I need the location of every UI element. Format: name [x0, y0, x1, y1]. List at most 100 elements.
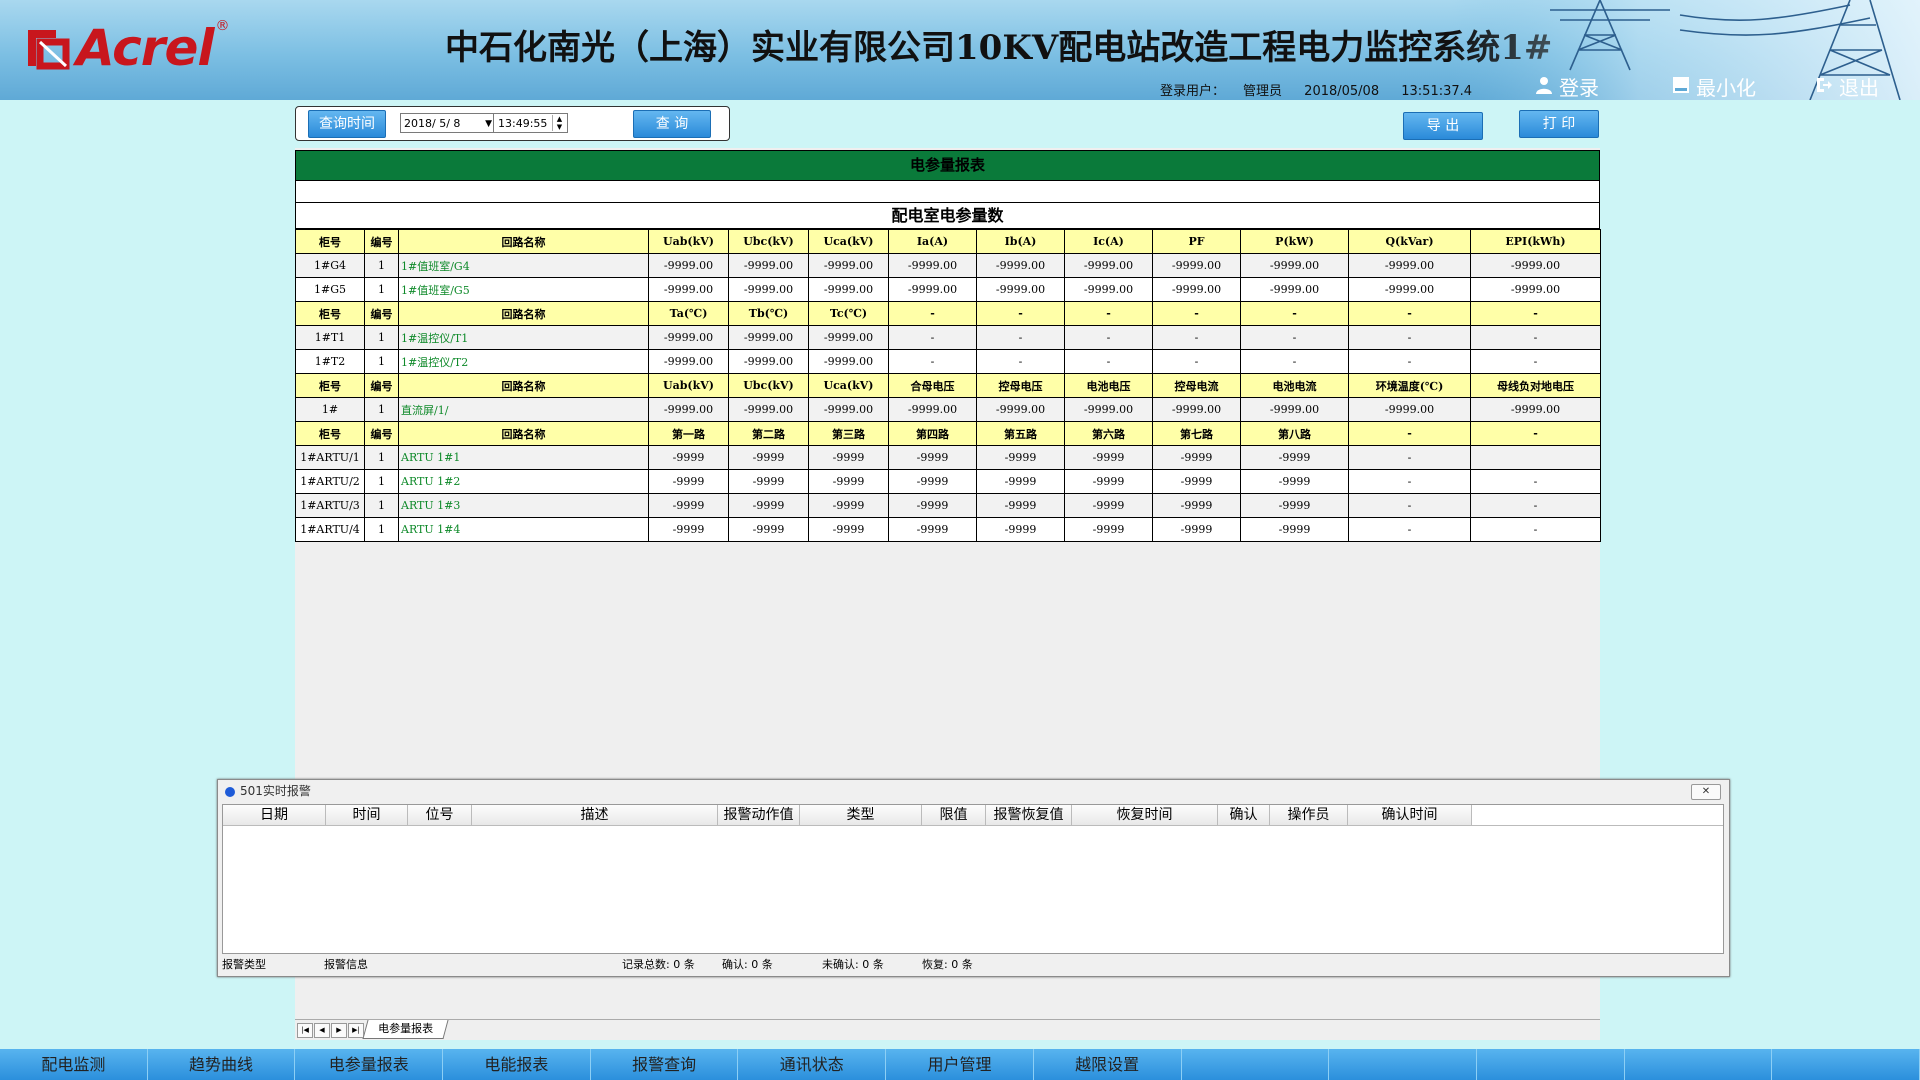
table-cell: -9999 [648, 517, 729, 542]
column-header: Ubc(kV) [728, 229, 809, 254]
table-cell: - [1348, 469, 1471, 494]
table-cell: -9999 [888, 469, 977, 494]
spin-down-icon[interactable]: ▼ [553, 123, 566, 131]
alarm-column-header[interactable]: 报警动作值 [718, 805, 800, 825]
table-cell: -9999 [1240, 469, 1349, 494]
table-cell: -9999 [976, 517, 1065, 542]
nav-item[interactable]: 电能报表 [443, 1049, 591, 1080]
table-row[interactable]: 1#T2 1 1#温控仪/T2 -9999.00 -9999.00 -9999.00- - -… [295, 349, 1601, 374]
table-cell: -9999 [976, 445, 1065, 470]
minimize-button[interactable]: 最小化 [1672, 72, 1756, 100]
print-button[interactable]: 打 印 [1519, 110, 1599, 138]
table-cell: -9999.00 [976, 397, 1065, 422]
nav-item[interactable]: 通讯状态 [738, 1049, 887, 1080]
nav-item[interactable] [1477, 1049, 1625, 1080]
table-row[interactable]: 1#ARTU/3 1 ARTU 1#3 -9999 -9999 -9999 -9999 -99… [295, 493, 1601, 518]
nav-item[interactable] [1182, 1049, 1330, 1080]
table-cell: -9999 [888, 517, 977, 542]
table-cell: 1 [364, 517, 399, 542]
table-cell: -9999.00 [888, 397, 977, 422]
table-cell: -9999 [808, 493, 889, 518]
table-row[interactable]: 1#ARTU/2 1 ARTU 1#2 -9999 -9999 -9999 -9999 -99… [295, 469, 1601, 494]
table-cell: 1 [364, 469, 399, 494]
realtime-alarm-window: 501实时报警 ✕ 日期 时间 位号 描述 报警动作值 类型 限值 报警恢复值 恢复时间 确认 操作… [217, 779, 1730, 977]
alarm-column-header[interactable]: 操作员 [1270, 805, 1348, 825]
table-cell: -9999.00 [728, 397, 809, 422]
sheet-tab-label: 电参量报表 [378, 1022, 434, 1035]
nav-item[interactable]: 越限设置 [1034, 1049, 1182, 1080]
table-row[interactable]: 1#G4 1 1#值班室/G4 -9999.00 -9999.00 -9999.00 -99… [295, 253, 1601, 278]
alarm-column-header[interactable]: 恢复时间 [1072, 805, 1218, 825]
nav-item[interactable]: 电参量报表 [295, 1049, 444, 1080]
minimize-icon [1672, 75, 1690, 99]
column-header: Uca(kV) [808, 229, 889, 254]
query-time-button[interactable]: 查询时间 [308, 110, 386, 138]
column-header: 第五路 [976, 421, 1065, 446]
nav-item[interactable]: 配电监测 [0, 1049, 148, 1080]
table-cell: -9999 [1064, 493, 1153, 518]
alarm-column-header[interactable]: 描述 [472, 805, 718, 825]
time-picker[interactable]: 13:49:55 ▲ ▼ [493, 113, 568, 133]
time-spinner[interactable]: ▲ ▼ [552, 115, 566, 131]
alarm-column-header[interactable]: 日期 [223, 805, 326, 825]
logo-mark-icon [26, 26, 70, 70]
table-row[interactable]: 1#ARTU/1 1 ARTU 1#1 -9999 -9999 -9999 -9999 -99… [295, 445, 1601, 470]
table-cell: -9999.00 [1470, 397, 1601, 422]
table-cell: - [888, 325, 977, 350]
chevron-down-icon[interactable]: ▼ [485, 114, 492, 134]
cabinet-cell: 1#ARTU/3 [295, 493, 365, 518]
report-subtitle: 配电室电参量数 [295, 203, 1600, 229]
table-cell: - [1152, 349, 1241, 374]
alarm-column-header[interactable]: 确认 [1218, 805, 1270, 825]
table-cell: -9999.00 [1152, 397, 1241, 422]
alarm-column-header[interactable]: 位号 [408, 805, 472, 825]
last-sheet-icon[interactable]: ▶| [348, 1023, 364, 1038]
table-cell: -9999.00 [1240, 277, 1349, 302]
table-row[interactable]: 1#T1 1 1#温控仪/T1 -9999.00 -9999.00 -9999.00- - -… [295, 325, 1601, 350]
table-row[interactable]: 1# 1 直流屏/1/-9999.00 -9999.00 -9999.00 -9999.0… [295, 397, 1601, 422]
close-button[interactable]: ✕ [1691, 784, 1721, 800]
table-row[interactable]: 1#G5 1 1#值班室/G5 -9999.00 -9999.00 -9999.00 -99… [295, 277, 1601, 302]
column-header: 母线负对地电压 [1470, 373, 1601, 398]
logout-button[interactable]: 退出 [1815, 72, 1879, 100]
login-button[interactable]: 登录 [1535, 72, 1599, 100]
table-cell: -9999 [976, 493, 1065, 518]
alarm-column-header[interactable]: 报警恢复值 [986, 805, 1072, 825]
export-button[interactable]: 导 出 [1403, 112, 1483, 140]
table-row[interactable]: 1#ARTU/4 1 ARTU 1#4 -9999 -9999 -9999 -9999 -99… [295, 517, 1601, 542]
table-cell: -9999.00 [1348, 253, 1471, 278]
date-picker[interactable]: 2018/ 5/ 8 ▼ [400, 113, 495, 133]
sheet-tab-report[interactable]: 电参量报表 [362, 1020, 449, 1039]
table-cell: -9999 [808, 445, 889, 470]
alarm-column-header[interactable]: 限值 [922, 805, 986, 825]
nav-item[interactable] [1772, 1049, 1920, 1080]
next-sheet-icon[interactable]: ▶ [331, 1023, 347, 1038]
table-header-row: 柜号 编号 回路名称 Ta(℃) Tb(℃) Tc(℃) - - - - - - - [295, 301, 1601, 326]
column-header: Uca(kV) [808, 373, 889, 398]
spin-up-icon[interactable]: ▲ [553, 115, 566, 123]
column-header: 回路名称 [398, 421, 649, 446]
alarm-column-header[interactable]: 确认时间 [1348, 805, 1472, 825]
prev-sheet-icon[interactable]: ◀ [314, 1023, 330, 1038]
nav-item[interactable]: 报警查询 [591, 1049, 739, 1080]
nav-item[interactable]: 趋势曲线 [148, 1049, 296, 1080]
alarm-grid[interactable]: 日期 时间 位号 描述 报警动作值 类型 限值 报警恢复值 恢复时间 确认 操作员 确认时间 [222, 804, 1724, 954]
alarm-window-title: 501实时报警 [240, 784, 311, 798]
nav-item[interactable] [1329, 1049, 1477, 1080]
time-value: 13:49:55 [498, 117, 548, 130]
nav-item[interactable] [1625, 1049, 1773, 1080]
table-cell: -9999 [1152, 469, 1241, 494]
table-cell: -9999 [648, 469, 729, 494]
query-button[interactable]: 查 询 [633, 110, 711, 138]
table-cell: -9999 [648, 445, 729, 470]
alarm-column-header[interactable]: 类型 [800, 805, 922, 825]
column-header: - [1064, 301, 1153, 326]
column-header: 第二路 [728, 421, 809, 446]
app-header: Acrel ® 中石化南光（上海）实业有限公司10KV配电站改造工程电力监控系统… [0, 0, 1920, 100]
table-cell: -9999 [1064, 469, 1153, 494]
nav-item[interactable]: 用户管理 [886, 1049, 1034, 1080]
alarm-column-header[interactable]: 时间 [326, 805, 408, 825]
table-cell: - [1348, 517, 1471, 542]
first-sheet-icon[interactable]: |◀ [297, 1023, 313, 1038]
column-header: Uab(kV) [648, 229, 729, 254]
